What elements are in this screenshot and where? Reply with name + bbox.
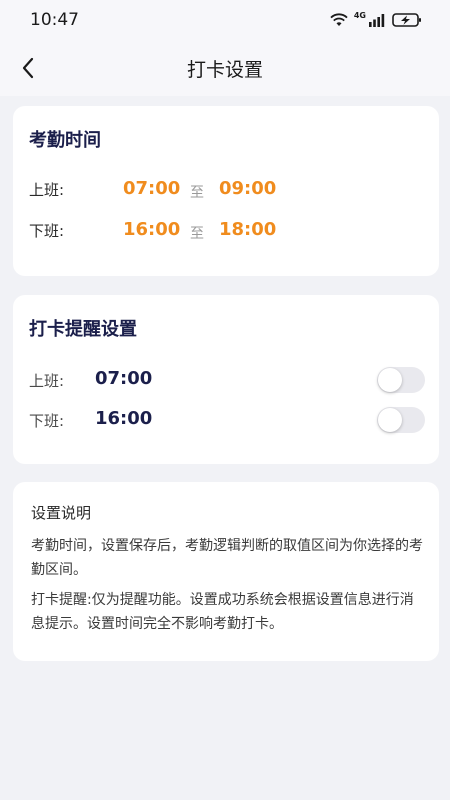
reminder-on-duty-toggle[interactable] — [377, 367, 425, 393]
network-type-label: 4G — [353, 11, 366, 20]
toggle-knob — [378, 408, 402, 432]
back-button[interactable] — [14, 54, 42, 82]
info-paragraph-hours: 考勤时间，设置保存后，考勤逻辑判断的取值区间为你选择的考勤区间。 — [31, 538, 423, 578]
settings-info-card: 设置说明 考勤时间，设置保存后，考勤逻辑判断的取值区间为你选择的考勤区间。 打卡… — [13, 482, 439, 661]
on-duty-end-time[interactable]: 09:00 — [219, 178, 276, 199]
work-hours-title: 考勤时间 — [29, 130, 101, 151]
off-duty-start-time[interactable]: 16:00 — [123, 219, 180, 240]
info-title: 设置说明 — [31, 504, 92, 522]
on-duty-label: 上班: — [29, 181, 65, 199]
nav-bar: 打卡设置 — [0, 40, 450, 96]
status-bar: 10:47 4G — [0, 0, 450, 40]
reminder-card: 打卡提醒设置 上班: 07:00 下班: 16:00 — [13, 295, 439, 464]
off-duty-label: 下班: — [29, 222, 65, 240]
signal-icon — [369, 14, 385, 27]
on-duty-start-time[interactable]: 07:00 — [123, 178, 180, 199]
status-time: 10:47 — [30, 10, 79, 30]
reminder-on-duty-time[interactable]: 07:00 — [95, 368, 152, 389]
reminder-off-duty-toggle[interactable] — [377, 407, 425, 433]
info-paragraph-reminder: 打卡提醒:仅为提醒功能。设置成功系统会根据设置信息进行消息提示。设置时间完全不影… — [31, 592, 414, 632]
work-hours-card: 考勤时间 上班: 07:00 至 09:00 下班: 16:00 至 18:00 — [13, 106, 439, 276]
reminder-on-duty-label: 上班: — [29, 372, 65, 390]
reminder-off-duty-label: 下班: — [29, 412, 65, 430]
reminder-title: 打卡提醒设置 — [29, 319, 137, 340]
battery-charging-icon — [392, 13, 421, 27]
status-icons: 4G — [330, 12, 422, 28]
wifi-icon — [330, 13, 348, 26]
on-duty-range-separator: 至 — [190, 185, 204, 201]
toggle-knob — [378, 368, 402, 392]
page-title: 打卡设置 — [186, 58, 263, 81]
reminder-off-duty-time[interactable]: 16:00 — [95, 408, 152, 429]
chevron-left-icon — [22, 57, 34, 79]
off-duty-end-time[interactable]: 18:00 — [219, 219, 276, 240]
off-duty-range-separator: 至 — [190, 226, 204, 242]
